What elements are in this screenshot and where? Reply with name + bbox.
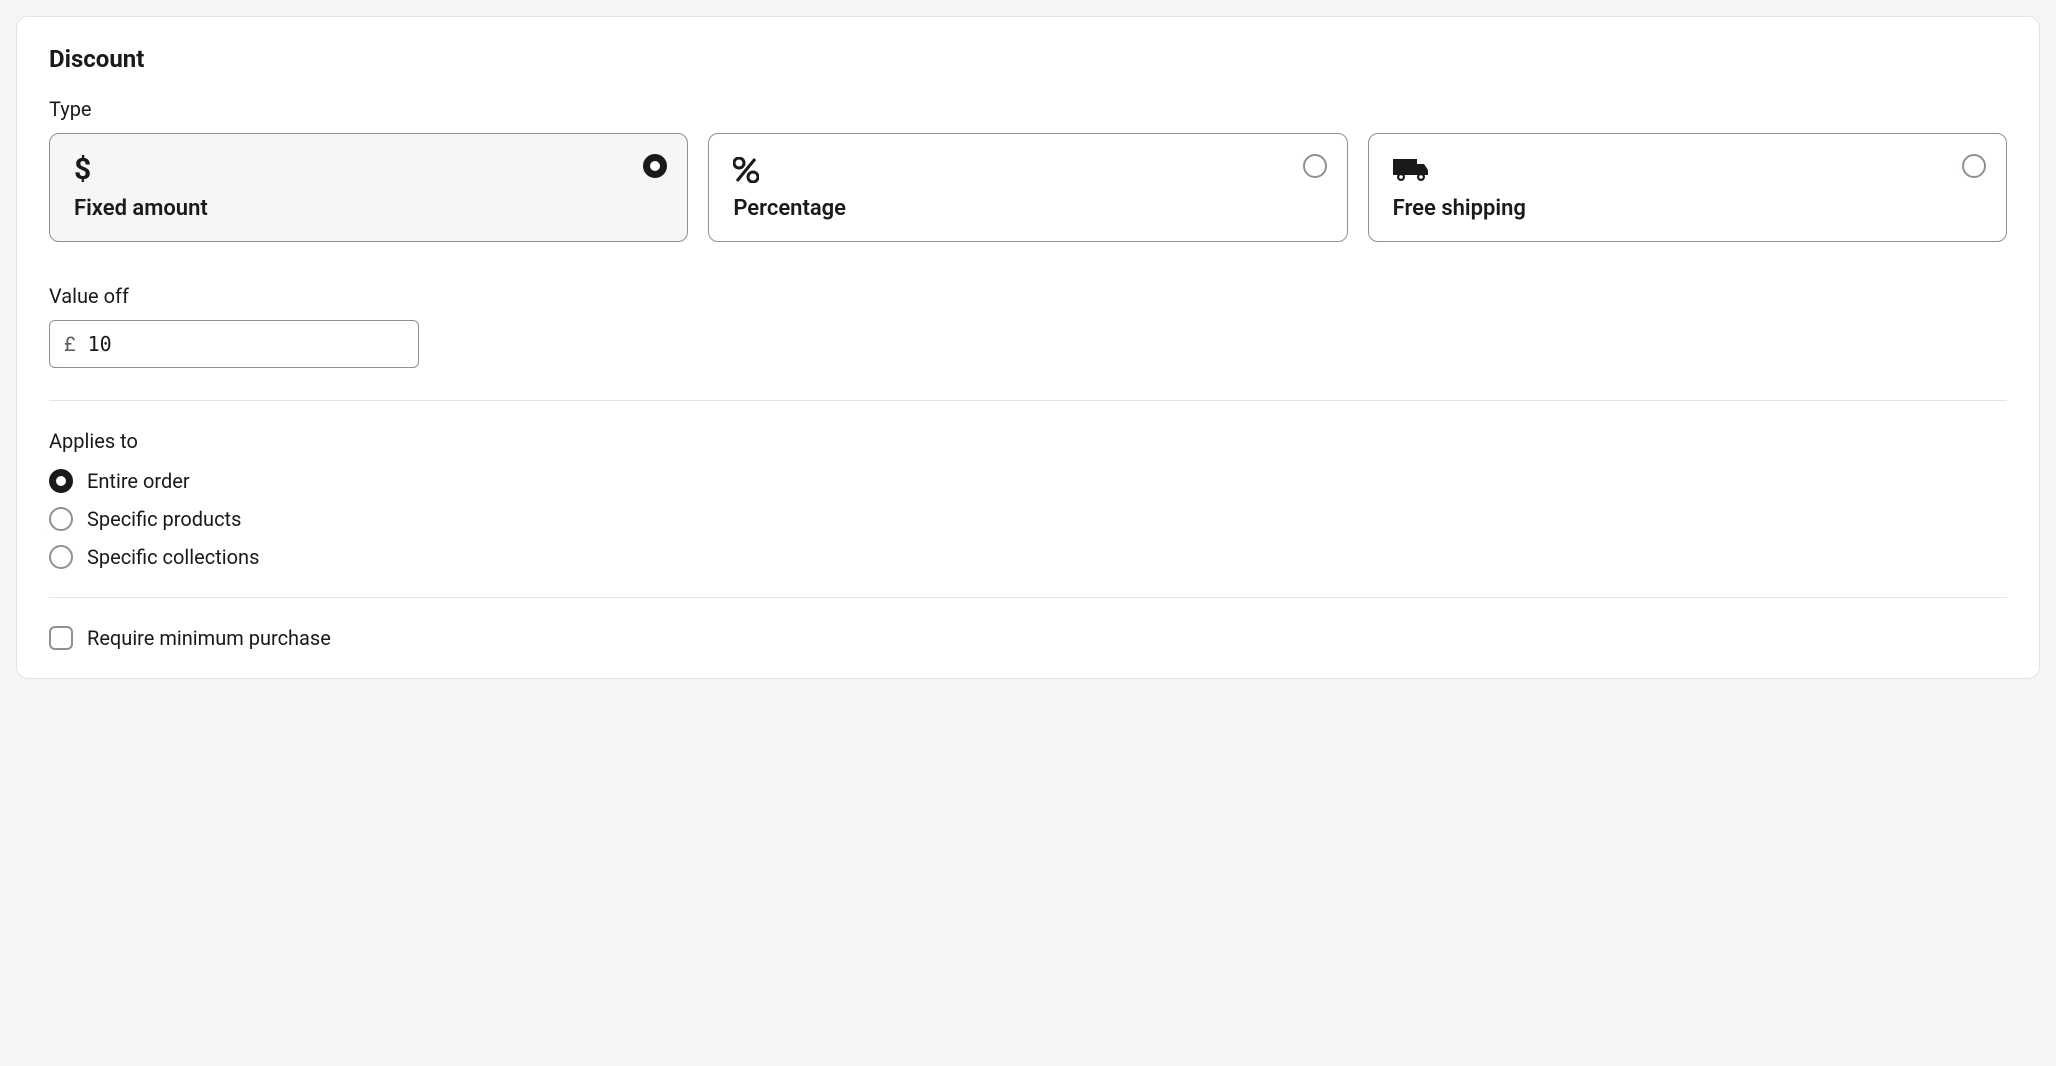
svg-text:$: $ [74,155,91,185]
truck-icon [1393,154,1982,186]
dollar-icon: $ [74,154,663,186]
type-card-fixed-amount[interactable]: $ Fixed amount [49,133,688,242]
type-card-free-shipping[interactable]: Free shipping [1368,133,2007,242]
radio-label: Entire order [87,469,190,493]
currency-symbol: £ [64,332,76,356]
type-card-label: Free shipping [1393,196,1982,221]
checkbox-label: Require minimum purchase [87,626,331,650]
radio-icon [49,545,73,569]
section-title: Discount [49,45,2007,73]
applies-to-label: Applies to [49,429,2007,453]
require-minimum-purchase[interactable]: Require minimum purchase [49,626,2007,650]
radio-icon [49,469,73,493]
discount-card: Discount Type $ Fixed amount Percentage [16,16,2040,679]
type-card-label: Percentage [733,196,1322,221]
checkbox-icon [49,626,73,650]
applies-to-specific-collections[interactable]: Specific collections [49,545,2007,569]
value-off-input[interactable] [88,332,404,356]
divider [49,597,2007,598]
radio-icon [1962,154,1986,178]
radio-label: Specific collections [87,545,259,569]
value-off-input-wrapper[interactable]: £ [49,320,419,368]
type-card-percentage[interactable]: Percentage [708,133,1347,242]
applies-to-specific-products[interactable]: Specific products [49,507,2007,531]
radio-icon [1303,154,1327,178]
type-card-label: Fixed amount [74,196,663,221]
radio-icon [643,154,667,178]
applies-to-entire-order[interactable]: Entire order [49,469,2007,493]
value-off-label: Value off [49,284,2007,308]
divider [49,400,2007,401]
type-cards: $ Fixed amount Percentage [49,133,2007,242]
percent-icon [733,154,1322,186]
value-off-section: Value off £ [49,284,2007,368]
applies-to-list: Entire order Specific products Specific … [49,469,2007,569]
type-label: Type [49,97,2007,121]
radio-icon [49,507,73,531]
radio-label: Specific products [87,507,241,531]
